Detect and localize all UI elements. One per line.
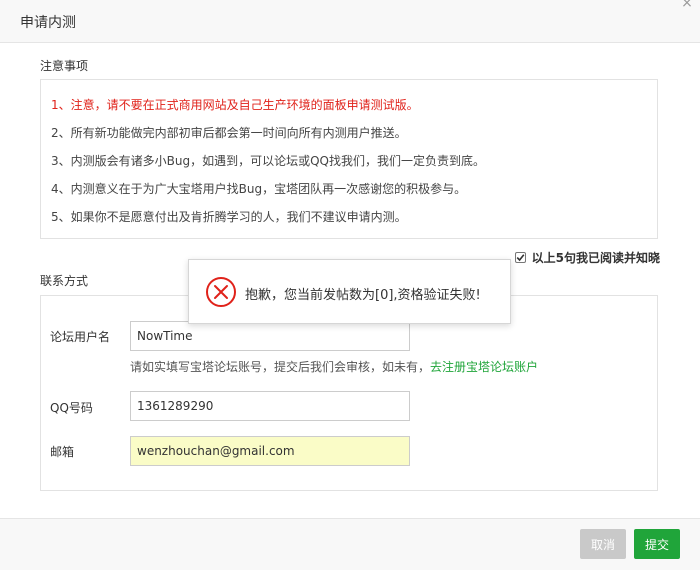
contact-heading: 联系方式 [40,274,89,288]
close-icon[interactable]: × [678,0,696,12]
qq-input[interactable] [130,391,410,421]
notice-line-4: 4、内测意义在于为广大宝塔用户找Bug，宝塔团队再一次感谢您的积极参与。 [51,182,467,196]
forum-user-label: 论坛用户名 [50,330,111,344]
hint-text: 请如实填写宝塔论坛账号，提交后我们会审核，如未有， [130,360,431,374]
cancel-button[interactable]: 取消 [580,529,626,559]
agreement-checkbox[interactable] [514,251,526,263]
notice-line-3: 3、内测版会有诸多小Bug，如遇到，可以论坛或QQ找我们，我们一定负责到底。 [51,154,485,168]
qq-label: QQ号码 [50,401,93,415]
checkmark-icon [516,253,525,261]
forum-user-input[interactable] [130,321,410,351]
agreement-row[interactable]: 以上5句我已阅读并知晓 [514,249,660,266]
notice-heading: 注意事项 [40,59,89,73]
error-toast: 抱歉，您当前发帖数为[0],资格验证失败! [188,259,511,324]
apply-beta-dialog: 申请内测 × 注意事项 1、注意，请不要在正式商用网站及自己生产环境的面板申请测… [0,0,700,570]
agreement-label[interactable]: 以上5句我已阅读并知晓 [532,249,660,266]
email-input[interactable] [130,436,410,466]
notice-line-2: 2、所有新功能做完内部初审后都会第一时间向所有内测用户推送。 [51,126,407,140]
dialog-titlebar: 申请内测 × [0,0,700,43]
forum-user-hint: 请如实填写宝塔论坛账号，提交后我们会审核，如未有，去注册宝塔论坛账户 [130,358,538,375]
dialog-footer: 取消 提交 [0,518,700,570]
email-label: 邮箱 [50,445,75,459]
error-circle-icon [206,277,236,307]
error-message: 抱歉，您当前发帖数为[0],资格验证失败! [245,288,481,303]
notice-box: 1、注意，请不要在正式商用网站及自己生产环境的面板申请测试版。 2、所有新功能做… [40,79,658,239]
dialog-title: 申请内测 [20,15,76,31]
notice-line-5: 5、如果你不是愿意付出及肯折腾学习的人，我们不建议申请内测。 [51,210,407,224]
notice-line-1: 1、注意，请不要在正式商用网站及自己生产环境的面板申请测试版。 [51,98,419,112]
register-forum-link[interactable]: 去注册宝塔论坛账户 [430,360,538,374]
submit-button[interactable]: 提交 [634,529,680,559]
